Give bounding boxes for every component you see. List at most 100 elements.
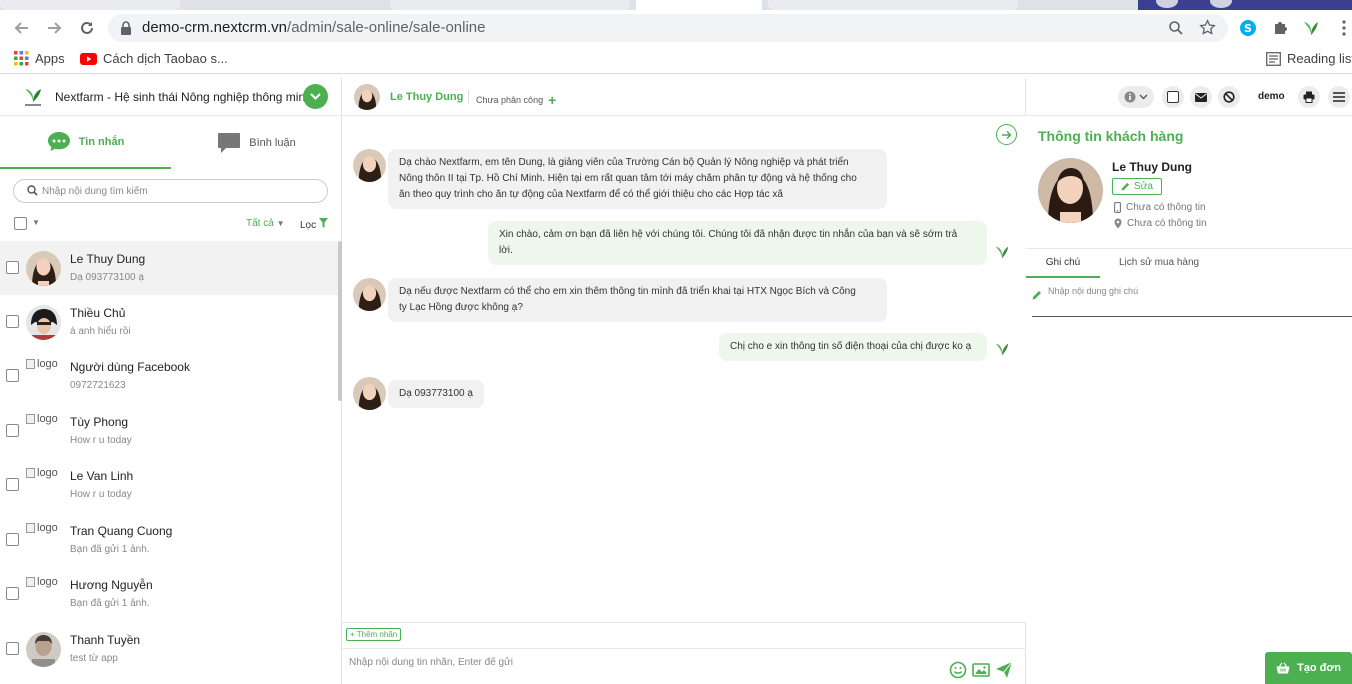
page-dropdown-button[interactable] [303, 84, 328, 109]
ban-icon [1223, 91, 1235, 103]
conversation-name: Hương Nguyễn [70, 578, 153, 592]
tab-purchase-history[interactable]: Lịch sử mua hàng [1119, 257, 1199, 268]
conversation-item[interactable]: logo Người dùng Facebook 0972721623 [0, 349, 338, 403]
profile-avatar[interactable] [1156, 0, 1178, 8]
apps-grid-icon [14, 51, 29, 66]
conversation-item[interactable]: Thiều Chủ à anh hiểu rồi [0, 295, 338, 349]
conversation-item[interactable]: Le Thuy Dung Dạ 093773100 ạ [0, 241, 338, 295]
add-tag-button[interactable]: + Thêm nhãn [346, 628, 402, 641]
conversation-search[interactable] [13, 179, 328, 203]
broken-image-alt: logo [37, 576, 58, 588]
broken-image-icon [26, 359, 35, 369]
conversation-checkbox[interactable] [6, 533, 19, 546]
tab-messages[interactable]: Tin nhắn [0, 116, 171, 169]
conversation-panel: Nextfarm - Hệ sinh thái Nông nghiệp thôn… [0, 78, 342, 684]
pencil-icon [1032, 291, 1041, 300]
print-button[interactable] [1298, 86, 1320, 108]
leaf-logo-icon [995, 246, 1009, 259]
broken-image-alt: logo [37, 413, 58, 425]
select-caret-icon[interactable]: ▼ [32, 218, 40, 227]
conversation-item[interactable]: Thanh Tuyền test từ app [0, 622, 338, 676]
menu-button[interactable] [1328, 86, 1350, 108]
image-upload-icon[interactable] [972, 661, 990, 679]
conversation-preview: 0972721623 [70, 380, 126, 391]
bookmark-star-icon[interactable] [1199, 19, 1216, 36]
conversation-item[interactable]: logo Tùy Phong How r u today [0, 404, 338, 458]
block-button[interactable] [1218, 86, 1240, 108]
search-icon [27, 185, 38, 196]
reading-list-button[interactable]: Reading list [1266, 51, 1352, 66]
conversation-checkbox[interactable] [6, 261, 19, 274]
window-control[interactable] [1210, 0, 1232, 8]
conversation-preview: Dạ 093773100 ạ [70, 272, 144, 283]
edit-customer-button[interactable]: Sửa [1112, 178, 1162, 195]
bookmark-apps[interactable]: Apps [14, 51, 65, 66]
filter-button[interactable]: Lọc [300, 218, 328, 231]
create-order-button[interactable]: Tạo đơn [1265, 652, 1352, 684]
address-value: Chưa có thông tin [1127, 218, 1207, 229]
svg-text:S: S [1244, 22, 1252, 35]
search-input[interactable] [42, 183, 312, 199]
select-all-checkbox[interactable] [14, 217, 27, 230]
info-dropdown-button[interactable] [1118, 86, 1154, 108]
conversation-checkbox[interactable] [6, 315, 19, 328]
note-input[interactable] [1048, 284, 1338, 298]
address-bar[interactable]: demo-crm.nextcrm.vn/admin/sale-online/sa… [108, 14, 1228, 42]
bookmark-taobao[interactable]: Cách dịch Taobao s... [80, 51, 228, 66]
browser-tab[interactable] [768, 0, 1018, 10]
filter-label: Lọc [300, 220, 317, 231]
info-icon [1124, 91, 1136, 103]
url-path: /admin/sale-online/sale-online [287, 19, 486, 36]
broken-avatar-image: logo [26, 576, 58, 588]
kebab-menu-icon [1342, 20, 1346, 36]
conversation-name: Thiều Chủ [70, 306, 126, 320]
customer-name: Le Thuy Dung [1112, 160, 1192, 174]
browser-tab-active[interactable] [636, 0, 762, 10]
lock-icon [121, 21, 131, 35]
browser-tab[interactable] [390, 0, 630, 10]
conversation-item[interactable]: logo Hương Nguyễn Bạn đã gửi 1 ảnh. [0, 567, 338, 621]
message-line: lời. [499, 245, 513, 256]
zoom-icon[interactable] [1168, 20, 1184, 36]
tab-notes[interactable]: Ghi chú [1026, 257, 1100, 278]
page-selector[interactable]: Nextfarm - Hệ sinh thái Nông nghiệp thôn… [0, 78, 342, 116]
forward-button[interactable] [42, 16, 66, 40]
conversation-checkbox[interactable] [6, 369, 19, 382]
skype-extension[interactable]: S [1238, 18, 1258, 38]
forward-button[interactable] [996, 124, 1017, 145]
conversation-checkbox[interactable] [6, 587, 19, 600]
browser-tab[interactable] [0, 0, 180, 10]
current-user-label: demo [1258, 91, 1285, 102]
conversation-item[interactable]: logo Le Van Linh How r u today [0, 458, 338, 512]
broken-image-icon [26, 523, 35, 533]
extensions-button[interactable] [1270, 18, 1290, 38]
leaf-logo-icon [1304, 22, 1318, 35]
mobile-phone-icon [1114, 202, 1121, 213]
conversation-item[interactable]: logo Tran Quang Cuong Bạn đã gửi 1 ảnh. [0, 513, 338, 567]
conversation-checkbox[interactable] [6, 642, 19, 655]
send-icon[interactable] [995, 661, 1013, 679]
avatar [26, 305, 61, 340]
outgoing-message: Xin chào, cảm ơn bạn đã liên hệ với chún… [488, 221, 987, 265]
assign-button[interactable]: Chưa phân công + [476, 92, 556, 108]
url-text: demo-crm.nextcrm.vn/admin/sale-online/sa… [142, 19, 485, 36]
mail-button[interactable] [1190, 86, 1212, 108]
back-button[interactable] [10, 16, 34, 40]
message-line: Chị cho e xin thông tin số điện thoại củ… [730, 341, 972, 352]
browser-menu-button[interactable] [1334, 18, 1352, 38]
avatar [353, 377, 386, 410]
avatar [26, 251, 61, 286]
nextfarm-extension[interactable] [1301, 18, 1321, 38]
conversation-name: Thanh Tuyền [70, 633, 141, 647]
message-list: Dạ chào Nextfarm, em tên Dung, là giảng … [342, 116, 1026, 622]
conversation-checkbox[interactable] [6, 478, 19, 491]
tab-comments[interactable]: Bình luận [171, 116, 342, 169]
brand-name: Nextfarm - Hệ sinh thái Nông nghiệp thôn… [55, 90, 312, 104]
status-filter-dropdown[interactable]: Tất cả ▼ [246, 218, 285, 229]
message-input[interactable] [349, 653, 929, 671]
emoji-icon[interactable] [949, 661, 967, 679]
chat-contact-name[interactable]: Le Thuy Dung [390, 91, 463, 103]
conversation-checkbox[interactable] [6, 424, 19, 437]
reload-button[interactable] [75, 16, 99, 40]
mark-checkbox-button[interactable] [1162, 86, 1184, 108]
